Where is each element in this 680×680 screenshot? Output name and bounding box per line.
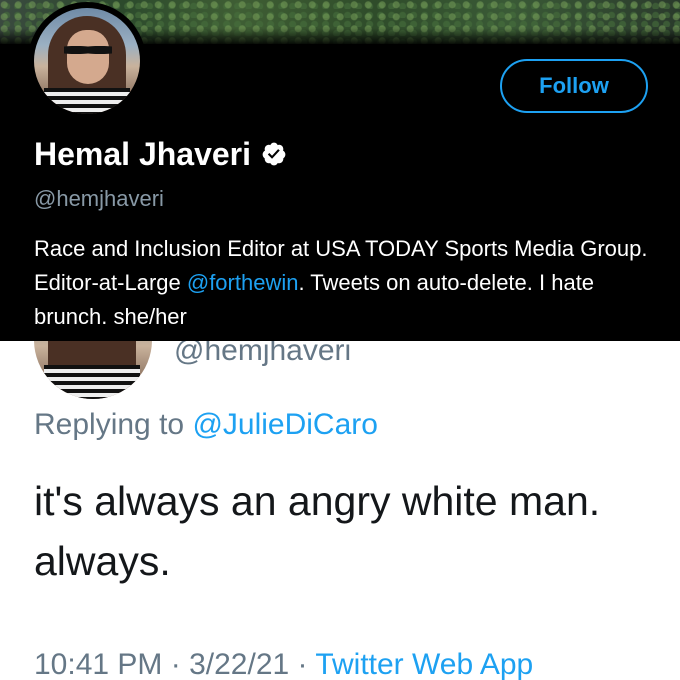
profile-card: Follow Hemal Jhaveri @hemjhaveri Race an… xyxy=(0,0,680,341)
profile-avatar[interactable] xyxy=(28,2,146,120)
display-name-text: Hemal Jhaveri xyxy=(34,136,252,172)
tweet-avatar[interactable] xyxy=(34,341,152,399)
profile-display-name[interactable]: Hemal Jhaveri xyxy=(34,135,287,173)
profile-handle: @hemjhaveri xyxy=(34,186,164,211)
replying-to-mention[interactable]: @JulieDiCaro xyxy=(192,408,378,441)
tweet-text: it's always an angry white man. always. xyxy=(34,478,601,584)
profile-bio: Race and Inclusion Editor at USA TODAY S… xyxy=(34,232,654,334)
replying-to-line: Replying to @JulieDiCaro xyxy=(34,407,378,443)
tweet-source-link[interactable]: Twitter Web App xyxy=(315,648,533,680)
tweet-meta: 10:41 PM · 3/22/21 · Twitter Web App xyxy=(34,645,533,680)
tweet-time[interactable]: 10:41 PM xyxy=(34,648,162,680)
meta-separator: · xyxy=(162,648,190,680)
bio-mention-link[interactable]: @forthewin xyxy=(187,270,299,295)
tweet-handle[interactable]: @hemjhaveri xyxy=(174,341,351,367)
replying-prefix: Replying to xyxy=(34,408,193,441)
tweet: @hemjhaveri Replying to @JulieDiCaro it'… xyxy=(0,341,680,680)
tweet-date[interactable]: 3/22/21 xyxy=(189,648,289,680)
verified-badge-icon xyxy=(262,142,286,166)
meta-separator: · xyxy=(289,648,316,680)
follow-button[interactable]: Follow xyxy=(500,59,648,113)
avatar-photo xyxy=(34,8,140,114)
